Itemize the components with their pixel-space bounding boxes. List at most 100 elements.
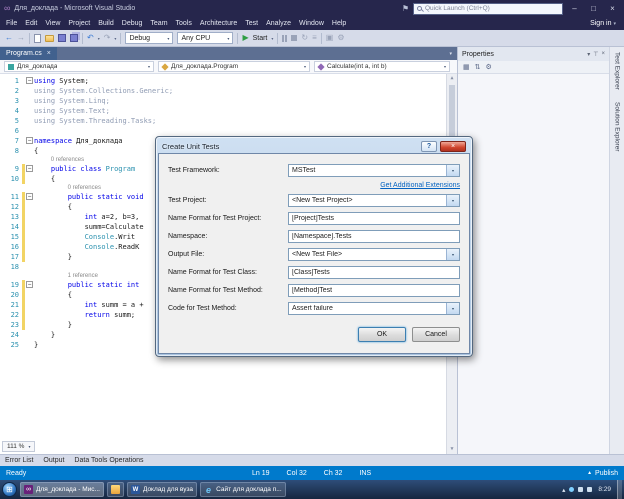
- combo-output-file[interactable]: <New Test File>▾: [288, 248, 460, 261]
- dropdown-arrow-icon[interactable]: ▾: [446, 303, 459, 314]
- sign-in-button[interactable]: Sign in ▾: [590, 20, 622, 27]
- taskbar-clock[interactable]: 8:29: [596, 486, 613, 493]
- menu-item-team[interactable]: Team: [146, 20, 171, 27]
- combo-test-framework[interactable]: MSTest▾: [288, 164, 460, 177]
- minimize-button[interactable]: –: [567, 1, 582, 16]
- window-position-icon[interactable]: ▾: [587, 51, 590, 58]
- get-additional-extensions-link[interactable]: Get Additional Extensions: [380, 182, 460, 189]
- solution-platform-dropdown[interactable]: Any CPU ▾: [177, 32, 233, 44]
- ok-button[interactable]: OK: [358, 327, 406, 342]
- network-icon[interactable]: [569, 487, 574, 492]
- categorized-icon[interactable]: ▦: [463, 63, 470, 71]
- alphabetical-sort-icon[interactable]: ⇅: [475, 63, 481, 71]
- scroll-up-icon[interactable]: ▲: [447, 74, 457, 83]
- code-text[interactable]: using System;: [34, 76, 457, 86]
- menu-item-window[interactable]: Window: [295, 20, 328, 27]
- type-dropdown[interactable]: Для_доклада.Program ▾: [158, 61, 310, 72]
- maximize-button[interactable]: □: [586, 1, 601, 16]
- code-text[interactable]: using System.Collections.Generic;: [34, 86, 457, 96]
- fold-collapse-icon[interactable]: −: [26, 193, 33, 200]
- menu-item-tools[interactable]: Tools: [172, 20, 196, 27]
- pin-icon[interactable]: ⊤: [593, 51, 598, 58]
- menu-item-debug[interactable]: Debug: [118, 20, 147, 27]
- close-tab-icon[interactable]: ×: [47, 50, 51, 57]
- codelens-link[interactable]: 0 references: [34, 156, 84, 164]
- menu-item-architecture[interactable]: Architecture: [196, 20, 241, 27]
- taskbar-button-0[interactable]: ∞Для_доклада - Мис...: [20, 482, 104, 497]
- zoom-control[interactable]: 111 % ▾: [2, 441, 35, 452]
- menu-item-view[interactable]: View: [41, 20, 64, 27]
- menu-item-edit[interactable]: Edit: [21, 20, 41, 27]
- options-icon[interactable]: ⚙: [337, 33, 344, 43]
- taskbar-button-3[interactable]: eСайт для доклада п...: [200, 482, 286, 497]
- tab-output[interactable]: Output: [43, 457, 64, 464]
- code-text[interactable]: using System.Text;: [34, 106, 457, 116]
- tab-list-dropdown-icon[interactable]: ▾: [449, 51, 457, 57]
- save-all-icon[interactable]: [70, 34, 78, 42]
- show-desktop-button[interactable]: [617, 480, 622, 499]
- scroll-down-icon[interactable]: ▼: [447, 445, 457, 454]
- cancel-button[interactable]: Cancel: [412, 327, 460, 342]
- combo-code-for-test-method[interactable]: Assert failure▾: [288, 302, 460, 315]
- undo-icon[interactable]: ↶: [87, 33, 94, 43]
- new-file-icon[interactable]: [34, 34, 41, 43]
- find-in-files-icon[interactable]: ▣: [326, 33, 334, 43]
- action-center-icon[interactable]: [587, 487, 592, 492]
- scrollbar-thumb[interactable]: [449, 85, 455, 143]
- fold-collapse-icon[interactable]: −: [26, 137, 33, 144]
- dropdown-arrow-icon[interactable]: ▾: [446, 249, 459, 260]
- taskbar-button-1[interactable]: [107, 482, 124, 497]
- pause-icon[interactable]: [282, 35, 287, 42]
- tab-test-explorer[interactable]: Test Explorer: [614, 52, 621, 90]
- menu-item-analyze[interactable]: Analyze: [262, 20, 295, 27]
- dialog-help-button[interactable]: ?: [421, 141, 437, 152]
- codelens-link[interactable]: 0 references: [34, 184, 101, 192]
- code-text[interactable]: [34, 126, 457, 136]
- tray-show-hidden-icon[interactable]: ▴: [562, 486, 565, 494]
- restart-icon[interactable]: ↻: [301, 33, 308, 43]
- menu-item-test[interactable]: Test: [241, 20, 262, 27]
- input-name-format-for-test-class[interactable]: [Class]Tests: [288, 266, 460, 279]
- tab-program-cs[interactable]: Program.cs ×: [0, 47, 57, 60]
- chevron-down-icon[interactable]: ▾: [114, 36, 116, 41]
- dropdown-arrow-icon[interactable]: ▾: [446, 195, 459, 206]
- input-name-format-for-test-method[interactable]: [Method]Test: [288, 284, 460, 297]
- chevron-down-icon[interactable]: ▾: [271, 36, 273, 41]
- fold-collapse-icon[interactable]: −: [26, 77, 33, 84]
- publish-button[interactable]: ▲ Publish: [587, 470, 618, 477]
- input-namespace[interactable]: [Namespace].Tests: [288, 230, 460, 243]
- feedback-flag-icon[interactable]: ⚑: [402, 4, 409, 13]
- input-name-format-for-test-project[interactable]: [Project]Tests: [288, 212, 460, 225]
- solution-configuration-dropdown[interactable]: Debug ▾: [125, 32, 173, 44]
- close-panel-icon[interactable]: ×: [601, 51, 605, 57]
- properties-header[interactable]: Properties ▾ ⊤ ×: [458, 47, 609, 61]
- member-dropdown[interactable]: Calculate(int a, int b) ▾: [314, 61, 450, 72]
- navigate-back-icon[interactable]: ←: [5, 33, 13, 43]
- fold-collapse-icon[interactable]: −: [26, 165, 33, 172]
- code-text[interactable]: using System.Threading.Tasks;: [34, 116, 457, 126]
- step-menu-icon[interactable]: ≡: [312, 33, 317, 43]
- project-dropdown[interactable]: Для_доклада ▾: [4, 61, 154, 72]
- dialog-close-button[interactable]: ×: [440, 141, 466, 152]
- start-debugging-icon[interactable]: ▶: [242, 33, 248, 43]
- open-file-icon[interactable]: [45, 35, 54, 42]
- codelens-link[interactable]: 1 reference: [34, 272, 98, 280]
- start-button-label[interactable]: Start: [253, 35, 268, 42]
- dropdown-arrow-icon[interactable]: ▾: [446, 165, 459, 176]
- tab-solution-explorer[interactable]: Solution Explorer: [614, 102, 621, 152]
- close-button[interactable]: ×: [605, 1, 620, 16]
- chevron-down-icon[interactable]: ▾: [98, 36, 100, 41]
- menu-item-build[interactable]: Build: [94, 20, 118, 27]
- volume-icon[interactable]: [578, 487, 583, 492]
- taskbar-button-2[interactable]: WДоклад для вуза: [127, 482, 197, 497]
- menu-item-help[interactable]: Help: [328, 20, 350, 27]
- menu-item-file[interactable]: File: [2, 20, 21, 27]
- code-text[interactable]: using System.Linq;: [34, 96, 457, 106]
- tab-error-list[interactable]: Error List: [5, 457, 33, 464]
- stop-icon[interactable]: [291, 35, 297, 41]
- combo-test-project[interactable]: <New Test Project>▾: [288, 194, 460, 207]
- property-pages-icon[interactable]: ⚙: [486, 63, 492, 71]
- navigate-forward-icon[interactable]: →: [17, 33, 25, 43]
- start-button[interactable]: ⊞: [2, 482, 17, 497]
- redo-icon[interactable]: ↷: [104, 33, 111, 43]
